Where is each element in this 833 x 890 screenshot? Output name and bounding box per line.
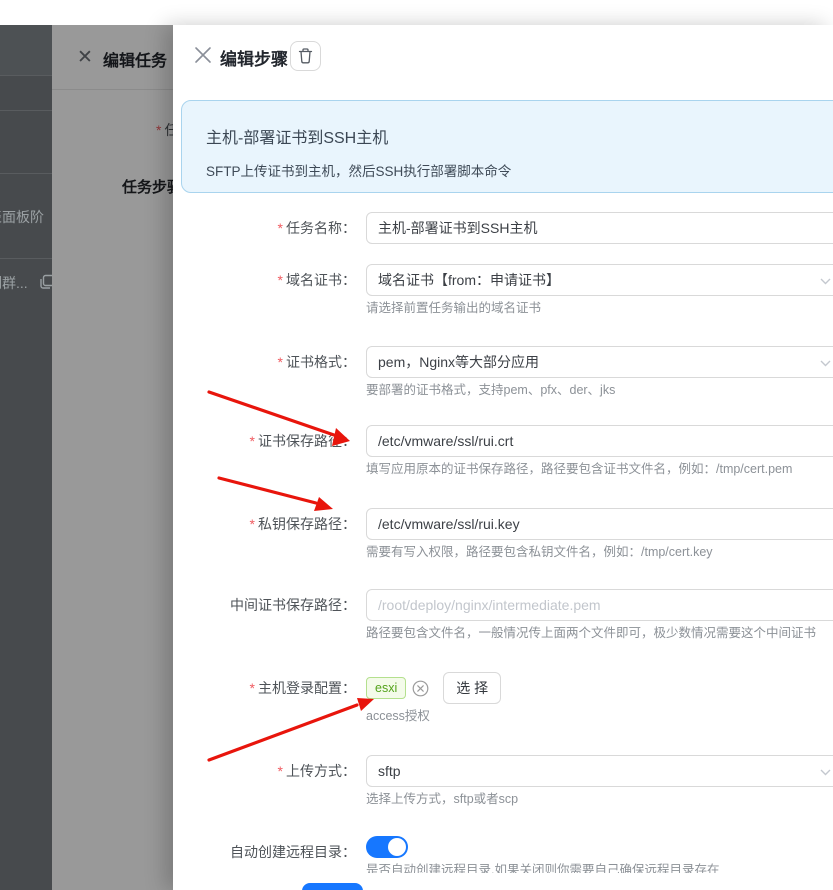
background-toolbar [0,25,52,75]
chevron-down-icon [820,360,831,367]
access-tag: esxi [366,677,407,699]
circle-close-icon[interactable] [412,680,429,697]
drawer-mask [52,25,173,890]
delete-step-button[interactable] [290,41,321,71]
background-page: 表面板阶 刻群... [0,25,52,890]
upload-method-select[interactable]: sftp [366,755,833,787]
field-label: * 域名证书： [277,272,356,288]
drawer-edit-task: ✕ 编辑任务 *任务名 任务步骤 [52,25,173,890]
field-help: 要部署的证书格式，支持pem、pfx、der、jks [366,383,616,397]
field-help: 填写应用原本的证书保存路径，路径要包含证书文件名，例如：/tmp/cert.pe… [366,462,793,476]
field-label: * 私钥保存路径： [249,516,356,532]
field-help: 选择上传方式，sftp或者scp [366,792,519,806]
plugin-description: SFTP上传证书到主机，然后SSH执行部署脚本命令 [206,164,512,179]
field-auto-mkdir: 自动创建远程目录： 是否自动创建远程目录,如果关闭则你需要自己确保远程目录存在 [173,836,833,873]
field-label: * 任务名称： [277,220,356,236]
drawer-edit-step: 编辑步骤 主机-部署证书到SSH主机 SFTP上传证书到主机，然后SSH执行部署… [173,25,833,890]
domain-cert-select[interactable]: 域名证书【from：申请证书】 [366,264,833,296]
chevron-down-icon [820,278,831,285]
divider [0,258,52,259]
task-name-input[interactable] [367,213,833,243]
trash-icon [298,48,313,64]
divider [0,110,52,111]
background-text-row: 表面板阶 [0,209,44,225]
auto-mkdir-toggle[interactable] [366,836,408,858]
field-key-path: *私钥保存路径： 需要有写入权限，路径要包含私钥文件名，例如：/tmp/cert… [173,508,833,560]
field-help: 是否自动创建远程目录,如果关闭则你需要自己确保远程目录存在 [366,863,720,873]
close-icon[interactable] [194,46,212,64]
field-cert-format: * 证书格式： pem，Nginx等大部分应用 要部署的证书格式，支持pem、pf… [173,346,833,398]
copy-icon [40,274,52,289]
background-text-row: 刻群... [0,275,28,291]
field-label: * 主机登录配置： [249,680,356,696]
field-upload-method: * 上传方式： sftp 选择上传方式，sftp或者scp [173,755,833,807]
field-task-name: * 任务名称： [173,212,833,244]
plugin-title: 主机-部署证书到SSH主机 [206,130,389,147]
app-window: 表面板阶 刻群... ✕ 编辑任务 *任务名 任务步骤 编辑步骤 主机-部署证书… [0,0,833,890]
field-label: 中间证书保存路径： [230,597,356,613]
field-label: 自动创建远程目录： [230,844,356,860]
field-help: access授权 [366,709,430,723]
field-cert-path: *证书保存路径： 填写应用原本的证书保存路径，路径要包含证书文件名，例如：/tm… [173,425,833,477]
intermediate-cert-path-input[interactable] [367,590,833,620]
field-label: * 证书格式： [277,354,356,370]
plugin-info-banner: 主机-部署证书到SSH主机 SFTP上传证书到主机，然后SSH执行部署脚本命令 [181,100,833,193]
drawer-title: 编辑步骤 [220,50,288,69]
submit-button-partial[interactable] [302,883,363,890]
chevron-down-icon [820,769,831,776]
field-help: 路径要包含文件名，一般情况传上面两个文件即可，极少数情况需要这个中间证书 [366,626,817,640]
divider [0,173,52,174]
field-label: * 上传方式： [277,763,356,779]
field-intermediate-cert-path: 中间证书保存路径： 路径要包含文件名，一般情况传上面两个文件即可，极少数情况需要… [173,589,833,641]
cert-path-input[interactable] [367,426,833,456]
choose-access-button[interactable]: 选 择 [443,672,502,704]
key-path-input[interactable] [367,509,833,539]
divider [0,75,52,76]
field-help: 需要有写入权限，路径要包含私钥文件名，例如：/tmp/cert.key [366,545,713,559]
field-host-access: * 主机登录配置： esxi 选 择 access授权 [173,672,833,724]
field-label: * 证书保存路径： [249,433,356,449]
field-domain-cert: * 域名证书： 域名证书【from：申请证书】 请选择前置任务输出的域名证书 [173,264,833,316]
field-help: 请选择前置任务输出的域名证书 [366,301,542,315]
cert-format-select[interactable]: pem，Nginx等大部分应用 [366,346,833,378]
